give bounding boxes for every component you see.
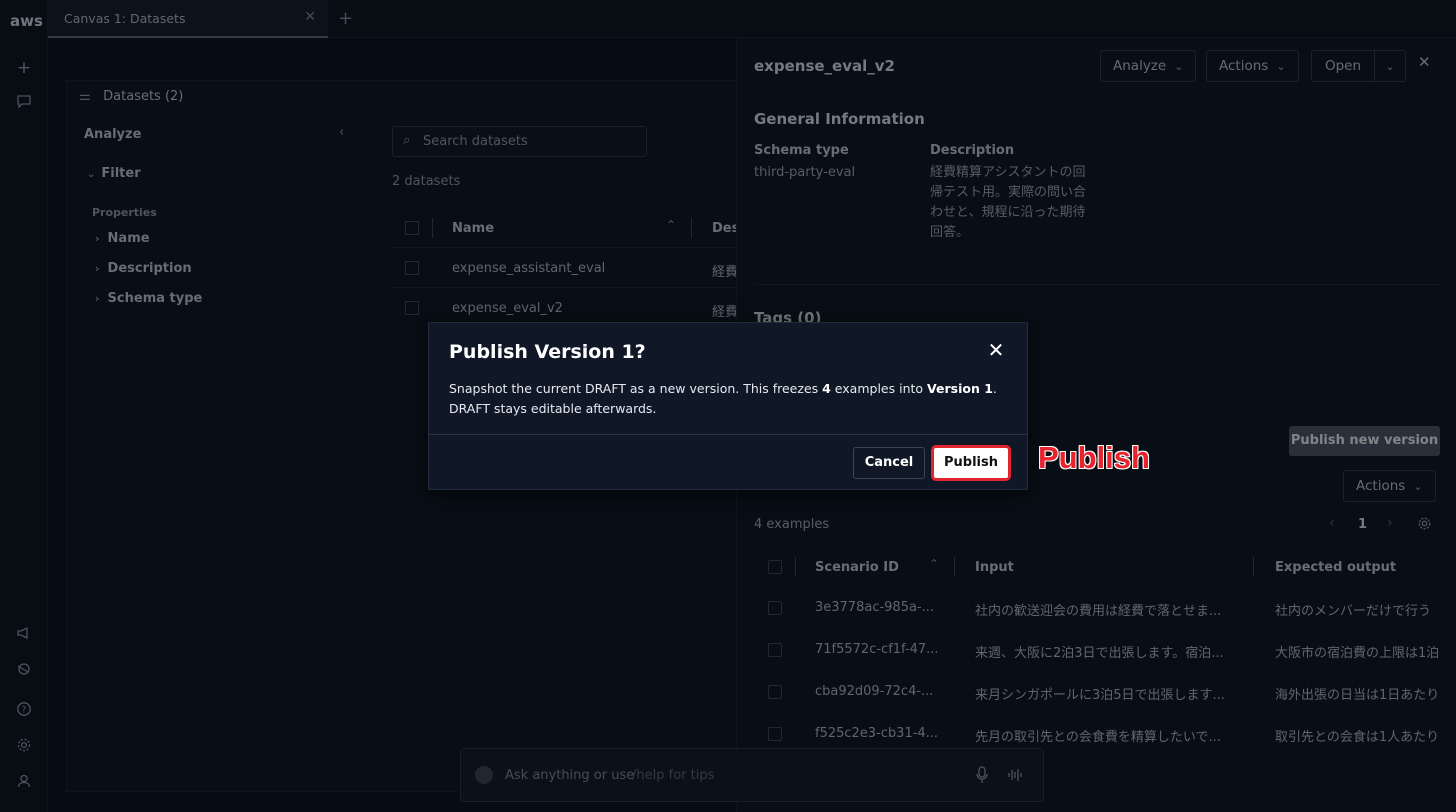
publish-button[interactable]: Publish — [931, 445, 1011, 481]
publish-version-dialog: Publish Version 1? ✕ Snapshot the curren… — [428, 322, 1028, 490]
dialog-divider — [429, 434, 1027, 435]
dialog-title: Publish Version 1? — [449, 341, 646, 363]
cancel-button[interactable]: Cancel — [853, 447, 925, 479]
version-name: Version 1 — [927, 381, 993, 396]
close-icon[interactable]: ✕ — [985, 339, 1007, 361]
example-count: 4 — [822, 381, 831, 396]
publish-annotation: Publish — [1038, 440, 1150, 475]
dialog-body: Snapshot the current DRAFT as a new vers… — [449, 381, 997, 416]
